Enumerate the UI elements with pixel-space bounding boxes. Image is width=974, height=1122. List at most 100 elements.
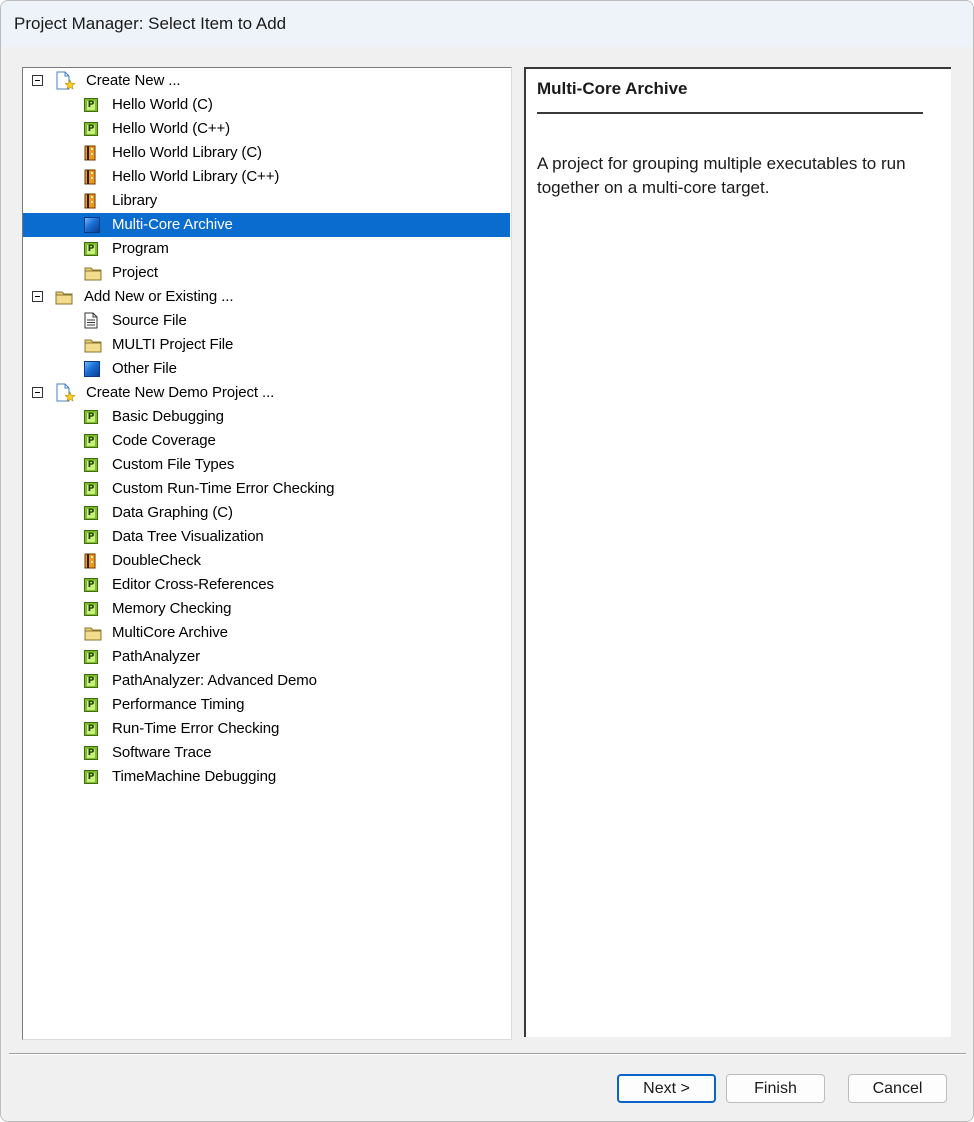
tree-item-row[interactable]: P Software Trace xyxy=(23,741,511,765)
collapse-toggle-icon[interactable] xyxy=(32,75,43,86)
tree-item-row[interactable]: Library xyxy=(23,189,511,213)
tree-group-row[interactable]: Create New ... xyxy=(23,69,511,93)
tree-item-label: Add New or Existing ... xyxy=(84,288,234,305)
tree-item-label: Run-Time Error Checking xyxy=(112,720,280,737)
tree-item-row[interactable]: DoubleCheck xyxy=(23,549,511,573)
tree-group-row[interactable]: Add New or Existing ... xyxy=(23,285,511,309)
library-icon xyxy=(84,553,96,569)
tree-item-label: Create New ... xyxy=(86,72,181,89)
program-letter: P xyxy=(86,579,96,590)
tree-item-label: Other File xyxy=(112,360,177,377)
program-icon: P xyxy=(84,722,98,736)
program-icon: P xyxy=(84,506,98,520)
window-title: Project Manager: Select Item to Add xyxy=(1,1,973,47)
program-icon: P xyxy=(84,530,98,544)
tree-item-row[interactable]: P Data Graphing (C) xyxy=(23,501,511,525)
tree-item-row[interactable]: P Basic Debugging xyxy=(23,405,511,429)
tree-item-label: Project xyxy=(112,264,158,281)
tree-group-row[interactable]: Create New Demo Project ... xyxy=(23,381,511,405)
tree-item-row[interactable]: P Custom File Types xyxy=(23,453,511,477)
program-icon: P xyxy=(84,122,98,136)
tree-item-row[interactable]: P Hello World (C++) xyxy=(23,117,511,141)
program-icon: P xyxy=(84,578,98,592)
tree-item-label: TimeMachine Debugging xyxy=(112,768,277,785)
finish-button[interactable]: Finish xyxy=(726,1074,825,1103)
tree-item-row[interactable]: P Run-Time Error Checking xyxy=(23,717,511,741)
item-tree[interactable]: Create New ... P Hello World (C) P Hello Wor… xyxy=(22,67,512,1040)
tree-item-row[interactable]: P PathAnalyzer xyxy=(23,645,511,669)
program-icon: P xyxy=(84,674,98,688)
tree-item-label: Multi-Core Archive xyxy=(112,216,233,233)
tree-item-label: Custom File Types xyxy=(112,456,235,473)
tree-item-label: Editor Cross-References xyxy=(112,576,274,593)
collapse-toggle-icon[interactable] xyxy=(32,387,43,398)
tree-item-row[interactable]: Source File xyxy=(23,309,511,333)
program-letter: P xyxy=(86,483,96,494)
tree-item-row[interactable]: P PathAnalyzer: Advanced Demo xyxy=(23,669,511,693)
description-text: A project for grouping multiple executab… xyxy=(537,154,906,197)
project-manager-dialog: Project Manager: Select Item to Add Crea… xyxy=(0,0,974,1122)
program-letter: P xyxy=(86,747,96,758)
tree-item-label: Hello World Library (C++) xyxy=(112,168,280,185)
tree-item-row[interactable]: P Editor Cross-References xyxy=(23,573,511,597)
description-title: Multi-Core Archive xyxy=(537,79,688,98)
tree-item-row[interactable]: P Program xyxy=(23,237,511,261)
tree-item-label: Hello World (C++) xyxy=(112,120,231,137)
tree-item-row[interactable]: P Data Tree Visualization xyxy=(23,525,511,549)
folder-icon xyxy=(84,626,102,641)
program-letter: P xyxy=(86,651,96,662)
program-icon: P xyxy=(84,746,98,760)
cancel-button[interactable]: Cancel xyxy=(848,1074,947,1103)
program-icon: P xyxy=(84,434,98,448)
collapse-toggle-icon[interactable] xyxy=(32,291,43,302)
new-document-icon xyxy=(55,71,76,91)
tree-item-row[interactable]: P Performance Timing xyxy=(23,693,511,717)
tree-item-row[interactable]: Other File xyxy=(23,357,511,381)
tree-item-row[interactable]: P Custom Run-Time Error Checking xyxy=(23,477,511,501)
next-button[interactable]: Next > xyxy=(617,1074,716,1103)
program-icon: P xyxy=(84,482,98,496)
tree-item-row[interactable]: Hello World Library (C++) xyxy=(23,165,511,189)
tree-item-label: Software Trace xyxy=(112,744,212,761)
tree-item-row[interactable]: P TimeMachine Debugging xyxy=(23,765,511,789)
tree-item-row[interactable]: Project xyxy=(23,261,511,285)
tree-item-label: Performance Timing xyxy=(112,696,245,713)
folder-icon xyxy=(84,338,102,353)
program-icon: P xyxy=(84,98,98,112)
tree-item-label: Library xyxy=(112,192,158,209)
tree-item-label: Data Graphing (C) xyxy=(112,504,233,521)
tree-item-row[interactable]: Multi-Core Archive xyxy=(23,213,510,237)
program-letter: P xyxy=(86,531,96,542)
tree-item-label: Data Tree Visualization xyxy=(112,528,264,545)
program-letter: P xyxy=(86,675,96,686)
new-document-icon xyxy=(55,383,76,403)
program-letter: P xyxy=(86,723,96,734)
program-letter: P xyxy=(86,771,96,782)
tree-item-row[interactable]: P Hello World (C) xyxy=(23,93,511,117)
button-separator xyxy=(9,1053,966,1055)
tree-item-label: Memory Checking xyxy=(112,600,232,617)
tree-item-row[interactable]: P Code Coverage xyxy=(23,429,511,453)
tree-item-row[interactable]: MULTI Project File xyxy=(23,333,511,357)
tree-item-label: Hello World (C) xyxy=(112,96,213,113)
library-icon xyxy=(84,169,96,185)
description-panel: Multi-Core Archive A project for groupin… xyxy=(524,67,951,1037)
program-letter: P xyxy=(86,603,96,614)
tree-item-row[interactable]: MultiCore Archive xyxy=(23,621,511,645)
archive-icon xyxy=(84,217,100,233)
library-icon xyxy=(84,193,96,209)
tree-item-row[interactable]: P Memory Checking xyxy=(23,597,511,621)
tree-item-label: Create New Demo Project ... xyxy=(86,384,275,401)
tree-item-label: Basic Debugging xyxy=(112,408,224,425)
folder-icon xyxy=(84,266,102,281)
tree-item-label: DoubleCheck xyxy=(112,552,201,569)
source-file-icon xyxy=(84,312,98,329)
program-icon: P xyxy=(84,602,98,616)
tree-item-label: PathAnalyzer: Advanced Demo xyxy=(112,672,317,689)
program-letter: P xyxy=(86,123,96,134)
description-divider xyxy=(537,112,923,114)
library-icon xyxy=(84,145,96,161)
program-letter: P xyxy=(86,699,96,710)
tree-item-row[interactable]: Hello World Library (C) xyxy=(23,141,511,165)
dialog-content: Create New ... P Hello World (C) P Hello Wor… xyxy=(1,47,973,1121)
